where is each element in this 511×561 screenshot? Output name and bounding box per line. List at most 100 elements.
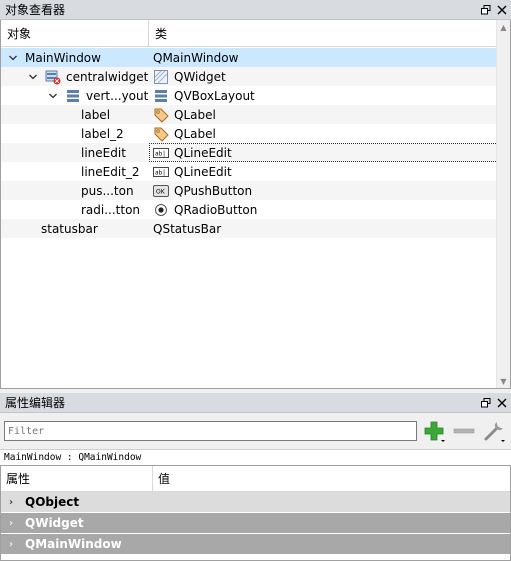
pushbutton-icon: OK	[153, 183, 169, 199]
object-cell[interactable]: centralwidget	[1, 67, 149, 86]
radiobutton-icon	[153, 202, 169, 218]
object-cell[interactable]: MainWindow	[1, 48, 149, 67]
float-icon[interactable]	[479, 3, 493, 17]
class-cell[interactable]: QRadioButton	[149, 200, 498, 219]
object-name: lineEdit_2	[81, 164, 140, 179]
object-name: statusbar	[41, 221, 98, 236]
object-name: pus...ton	[81, 183, 134, 198]
group-label: QWidget	[25, 516, 84, 530]
object-name: centralwidget	[66, 69, 149, 84]
tree-row[interactable]: label QLabel	[1, 105, 498, 124]
chevron-right-icon[interactable]: ›	[5, 496, 17, 508]
minus-icon[interactable]	[451, 418, 477, 444]
svg-text:OK: OK	[156, 188, 166, 195]
tree-row[interactable]: centralwidget QWidget	[1, 67, 498, 86]
class-cell[interactable]: ab| QLineEdit	[149, 162, 498, 181]
object-caption: MainWindow : QMainWindow	[0, 449, 511, 465]
object-cell[interactable]: pus...ton	[1, 181, 149, 200]
scroll-down-icon[interactable]: ▼	[497, 374, 510, 388]
tree-row[interactable]: statusbar QStatusBar	[1, 219, 498, 238]
class-cell[interactable]: QLabel	[149, 124, 498, 143]
tree-row[interactable]: radi...tton QRadioButton	[1, 200, 498, 219]
vertical-scrollbar[interactable]: ▲ ▼	[496, 20, 510, 388]
lineedit-icon: ab|	[153, 164, 169, 180]
class-cell[interactable]: ab| QLineEdit	[149, 143, 498, 162]
class-name: QLineEdit	[174, 164, 232, 179]
property-group-qmainwindow[interactable]: › QMainWindow	[1, 534, 510, 555]
qwidget-icon	[153, 69, 169, 85]
header-property[interactable]: 属性	[1, 466, 153, 491]
property-editor-panel: MainWindow : QMainWindow 属性 值 › QObject …	[0, 413, 511, 561]
header-class[interactable]: 类	[149, 20, 510, 46]
object-cell[interactable]: lineEdit	[1, 143, 149, 162]
header-value[interactable]: 值	[153, 466, 170, 491]
chevron-right-icon[interactable]: ›	[5, 538, 17, 550]
object-inspector-panel: 对象 类 MainWindow QMainWindow centralwidget Q…	[0, 20, 511, 389]
class-cell[interactable]: OK QPushButton	[149, 181, 498, 200]
property-group-qwidget[interactable]: › QWidget	[1, 513, 510, 534]
object-cell[interactable]: radi...tton	[1, 200, 149, 219]
chevron-right-icon[interactable]: ›	[5, 517, 17, 529]
tree-row[interactable]: MainWindow QMainWindow	[1, 48, 498, 67]
object-cell[interactable]: lineEdit_2	[1, 162, 149, 181]
class-name: QMainWindow	[153, 50, 239, 65]
object-name: label_2	[81, 126, 124, 141]
tree-row[interactable]: pus...ton OK QPushButton	[1, 181, 498, 200]
tree-row[interactable]: vert...yout QVBoxLayout	[1, 86, 498, 105]
tree-header: 对象 类	[1, 20, 510, 47]
class-name: QWidget	[174, 69, 226, 84]
chevron-down-icon[interactable]	[27, 71, 39, 83]
float-icon[interactable]	[479, 396, 493, 410]
object-name: radi...tton	[81, 202, 141, 217]
property-table-header: 属性 值	[1, 466, 510, 492]
tree-row[interactable]: lineEdit ab| QLineEdit	[1, 143, 498, 162]
class-name: QLabel	[174, 107, 216, 122]
class-name: QStatusBar	[153, 221, 222, 236]
class-name: QLineEdit	[174, 145, 232, 160]
close-icon[interactable]	[495, 3, 509, 17]
widget-icon	[45, 69, 61, 85]
qvboxlayout-icon	[153, 88, 169, 104]
object-cell[interactable]: label_2	[1, 124, 149, 143]
object-name: lineEdit	[81, 145, 126, 160]
object-name: vert...yout	[86, 88, 149, 103]
class-cell[interactable]: QVBoxLayout	[149, 86, 498, 105]
chevron-down-icon[interactable]	[47, 90, 59, 102]
svg-text:ab|: ab|	[155, 169, 166, 176]
group-label: QMainWindow	[25, 537, 122, 551]
scroll-up-icon[interactable]: ▲	[497, 20, 510, 34]
group-label: QObject	[25, 495, 80, 509]
filter-toolbar	[0, 413, 511, 449]
tree-row[interactable]: label_2 QLabel	[1, 124, 498, 143]
object-inspector-title: 对象查看器	[5, 3, 66, 17]
class-cell[interactable]: QMainWindow	[149, 48, 498, 67]
object-name: MainWindow	[25, 50, 101, 65]
class-cell[interactable]: QWidget	[149, 67, 498, 86]
property-group-qobject[interactable]: › QObject	[1, 492, 510, 513]
class-cell[interactable]: QLabel	[149, 105, 498, 124]
header-object[interactable]: 对象	[1, 20, 149, 46]
lineedit-icon: ab|	[153, 145, 169, 161]
property-editor-titlebar: 属性编辑器	[0, 393, 511, 413]
label-tag-icon	[153, 107, 169, 123]
object-inspector-titlebar: 对象查看器	[0, 0, 511, 20]
property-editor-title: 属性编辑器	[5, 396, 66, 410]
property-table: 属性 值 › QObject › QWidget › QMainWindow	[0, 465, 511, 561]
tree-row[interactable]: lineEdit_2 ab| QLineEdit	[1, 162, 498, 181]
object-cell[interactable]: statusbar	[1, 219, 149, 238]
class-name: QLabel	[174, 126, 216, 141]
object-cell[interactable]: vert...yout	[1, 86, 149, 105]
svg-text:ab|: ab|	[155, 150, 166, 157]
class-cell[interactable]: QStatusBar	[149, 219, 498, 238]
vboxlayout-icon	[65, 88, 81, 104]
chevron-down-icon[interactable]	[7, 52, 19, 64]
class-name: QVBoxLayout	[174, 88, 255, 103]
object-name: label	[81, 107, 111, 122]
class-name: QRadioButton	[174, 202, 258, 217]
object-cell[interactable]: label	[1, 105, 149, 124]
close-icon[interactable]	[495, 396, 509, 410]
plus-icon[interactable]	[421, 418, 447, 444]
wrench-icon[interactable]	[481, 418, 507, 444]
class-name: QPushButton	[174, 183, 253, 198]
filter-input[interactable]	[4, 421, 418, 441]
